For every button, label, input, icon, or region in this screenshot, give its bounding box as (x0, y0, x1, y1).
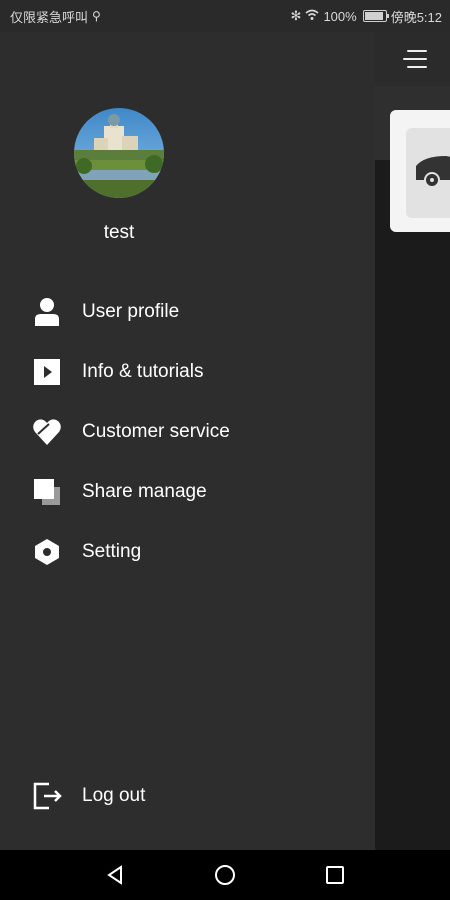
share-icon (32, 477, 62, 507)
avatar-image (74, 108, 164, 198)
recent-apps-button[interactable] (310, 850, 360, 900)
recent-apps-icon (326, 866, 344, 884)
menu-item-customer-service[interactable]: Customer service (0, 402, 375, 462)
logout-label: Log out (82, 785, 146, 806)
menu-icon[interactable] (403, 50, 427, 68)
menu-label: Customer service (82, 421, 230, 442)
battery-icon (362, 10, 389, 22)
username: test (103, 222, 135, 243)
clock: 傍晚5:12 (390, 9, 442, 25)
battery-percent: 100% (323, 8, 357, 24)
mower-icon (416, 156, 450, 188)
heart-icon (32, 417, 62, 447)
logout-button[interactable]: Log out (0, 766, 375, 826)
logout-icon (32, 781, 62, 811)
menu-item-share-manage[interactable]: Share manage (0, 462, 375, 522)
menu-item-info-tutorials[interactable]: Info & tutorials (0, 342, 375, 402)
avatar[interactable] (74, 108, 164, 198)
menu-label: Setting (82, 541, 142, 562)
main-content (375, 32, 450, 850)
play-icon (32, 357, 62, 387)
drawer-menu: User profile Info & tutorials Customer s… (0, 282, 375, 582)
system-nav-bar (0, 850, 450, 900)
menu-item-user-profile[interactable]: User profile (0, 282, 375, 342)
hexagon-icon (32, 537, 62, 567)
app-toolbar (375, 32, 450, 86)
menu-label: Share manage (82, 481, 207, 502)
status-bar: 仅限紧急呼叫 ⚲ ✻ 100% 傍晚5:12 (0, 0, 450, 32)
wifi-icon (305, 9, 319, 24)
back-button[interactable] (90, 850, 140, 900)
carrier-text: 仅限紧急呼叫 (10, 9, 89, 25)
usb-icon: ⚲ (92, 9, 101, 23)
menu-label: Info & tutorials (82, 361, 204, 382)
menu-label: User profile (82, 301, 180, 322)
home-icon (215, 865, 235, 885)
bluetooth-icon: ✻ (290, 8, 302, 23)
status-left: 仅限紧急呼叫 ⚲ (10, 7, 101, 26)
navigation-drawer: test User profile Info & tutorials Custo… (0, 32, 375, 850)
home-button[interactable] (200, 850, 250, 900)
device-card[interactable] (390, 110, 450, 232)
menu-item-setting[interactable]: Setting (0, 522, 375, 582)
device-thumbnail (406, 128, 450, 218)
status-right: ✻ 100% 傍晚5:12 (291, 7, 442, 26)
back-icon (107, 865, 122, 885)
user-icon (32, 297, 62, 327)
